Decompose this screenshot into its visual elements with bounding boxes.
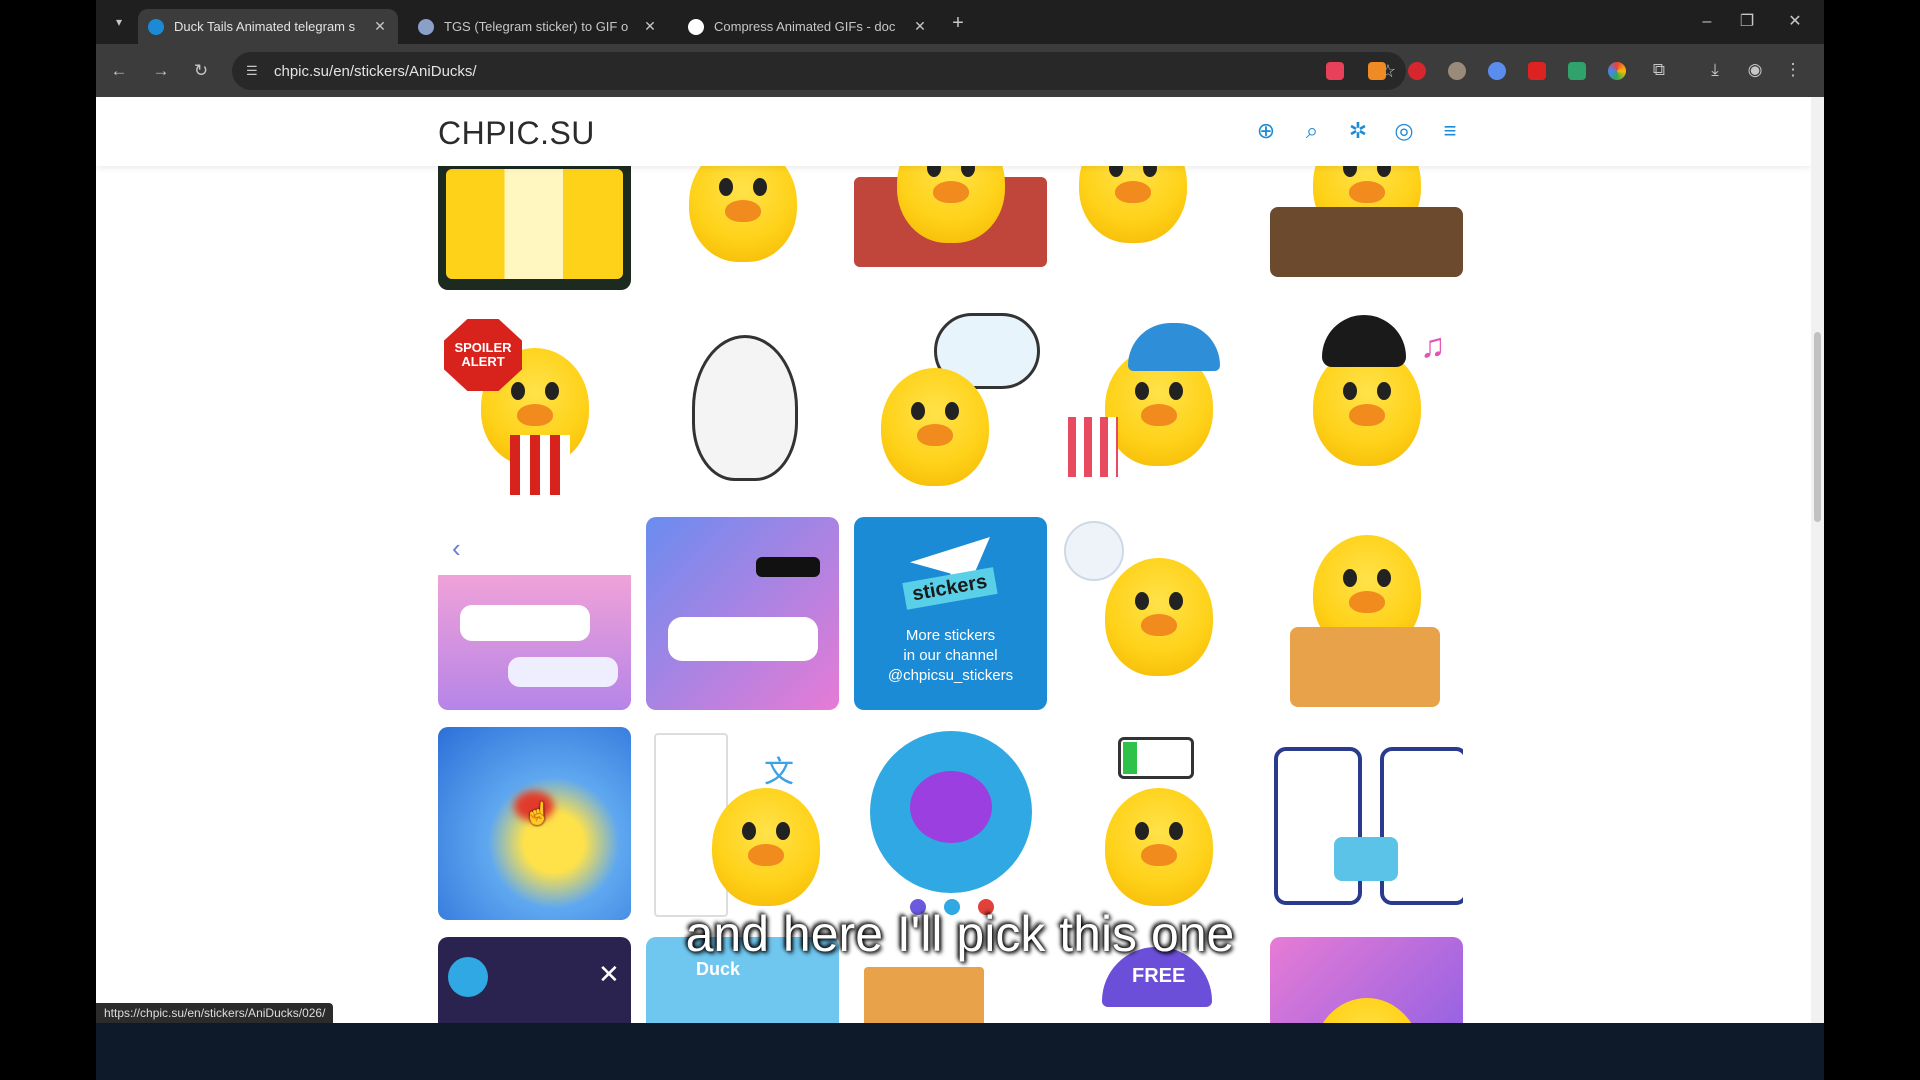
address-bar[interactable]: ☰ chpic.su/en/stickers/AniDucks/ ☆	[232, 52, 1406, 90]
tab-search-icon[interactable]: ▾	[108, 11, 130, 33]
close-tab-icon[interactable]: ✕	[372, 18, 388, 35]
page-scrollbar[interactable]	[1811, 97, 1824, 1023]
tab-title: Duck Tails Animated telegram s	[174, 19, 356, 34]
tab-duck-tails[interactable]: Duck Tails Animated telegram s ✕	[138, 9, 398, 44]
tab-compress-gifs[interactable]: Compress Animated GIFs - doc ✕	[678, 9, 938, 44]
sticker-blurry-duck-selected[interactable]: ☝	[438, 727, 631, 920]
sticker-duck-phone-cloud[interactable]	[854, 307, 1047, 500]
extension-icon[interactable]	[1408, 62, 1426, 80]
tab-strip: ▾ Duck Tails Animated telegram s ✕ TGS (…	[96, 0, 1824, 44]
menu-icon[interactable]: ≡	[1436, 117, 1464, 145]
sticker-duck-low-battery[interactable]	[1062, 727, 1255, 920]
new-tab-icon[interactable]: +	[946, 12, 970, 36]
battery-icon	[1118, 737, 1194, 779]
sticker-chat-ui[interactable]: ‹	[438, 517, 631, 710]
sticker-devil-emoji[interactable]	[854, 727, 1047, 920]
reload-icon[interactable]: ↻	[188, 58, 214, 84]
video-caption: and here I'll pick this one	[685, 906, 1235, 962]
sticker-ducks-phones-link[interactable]	[1270, 727, 1463, 920]
sticker-grid: SPOILER ALERT ♫ ‹ stickers More stickers…	[438, 97, 1488, 1023]
page-content: CHPIC.SU ⊕ ⌕ ✲ ◎ ≡ SPOILER ALERT ♫ ‹ sti…	[96, 97, 1811, 1023]
chpic-favicon-icon	[148, 18, 164, 35]
site-header: CHPIC.SU ⊕ ⌕ ✲ ◎ ≡	[96, 97, 1811, 166]
spoiler-sign-text: SPOILER ALERT	[454, 340, 512, 369]
promo-line-1: More stickers	[905, 627, 996, 644]
free-label-text: FREE	[1132, 965, 1186, 987]
extension-icon[interactable]	[1448, 62, 1466, 80]
browser-window: ▾ Duck Tails Animated telegram s ✕ TGS (…	[96, 0, 1824, 1023]
browser-menu-icon[interactable]: ⋮	[1782, 59, 1804, 81]
bug-icon[interactable]: ✲	[1344, 117, 1372, 145]
close-window-icon[interactable]: ✕	[1780, 10, 1810, 34]
music-note-icon: ♫	[1420, 327, 1446, 365]
add-circle-icon[interactable]: ⊕	[1252, 117, 1280, 145]
promo-handle[interactable]: @chpicsu_stickers	[854, 667, 1047, 684]
site-logo[interactable]: CHPIC.SU	[438, 115, 595, 152]
sticker-duck-singer[interactable]: ♫	[1270, 307, 1463, 500]
hand-cursor-icon: ☝	[524, 801, 552, 826]
extension-icon[interactable]	[1368, 62, 1386, 80]
extension-icon[interactable]	[1488, 62, 1506, 80]
sticker-duck-auction[interactable]	[1270, 517, 1463, 710]
taskbar	[96, 1023, 1824, 1080]
scrollbar-thumb[interactable]	[1814, 332, 1821, 522]
close-tab-icon[interactable]: ✕	[642, 18, 658, 35]
sticker-ghost-duck[interactable]	[646, 307, 839, 500]
sticker-duck-spoiler-alert[interactable]: SPOILER ALERT	[438, 307, 631, 500]
address-text: chpic.su/en/stickers/AniDucks/	[274, 62, 477, 80]
tab-title: TGS (Telegram sticker) to GIF o	[444, 19, 629, 34]
minimize-icon[interactable]: –	[1692, 10, 1722, 34]
close-tab-icon[interactable]: ✕	[912, 18, 928, 35]
browser-toolbar: ← → ↻ ☰ chpic.su/en/stickers/AniDucks/ ☆…	[96, 44, 1824, 97]
chevron-left-icon: ‹	[452, 533, 461, 563]
restore-icon[interactable]: ❐	[1732, 10, 1762, 34]
tab-title: Compress Animated GIFs - doc	[714, 19, 896, 34]
profile-avatar-icon[interactable]: ◉	[1744, 59, 1766, 81]
sticker-duck-shopping[interactable]	[1062, 307, 1255, 500]
translate-icon: 文	[764, 756, 794, 789]
sticker-emoji-chat[interactable]	[646, 517, 839, 710]
status-bar-url: https://chpic.su/en/stickers/AniDucks/02…	[96, 1003, 334, 1023]
back-icon[interactable]: ←	[106, 58, 132, 84]
sticker-promo-channel[interactable]: stickers More stickers in our channel @c…	[854, 517, 1047, 710]
promo-badge: stickers	[902, 567, 998, 610]
site-info-icon[interactable]: ☰	[246, 63, 264, 79]
sticker-duck-toilet-phone[interactable]	[1062, 517, 1255, 710]
sticker-duck-translate[interactable]: 文	[646, 727, 839, 920]
close-icon: ✕	[598, 959, 620, 989]
tab-tgs-to-gif[interactable]: TGS (Telegram sticker) to GIF o ✕	[408, 9, 668, 44]
doc-favicon-icon	[688, 18, 704, 35]
extension-icon[interactable]	[1608, 62, 1626, 80]
promo-line-2: in our channel	[903, 647, 998, 664]
forward-icon[interactable]: →	[148, 58, 174, 84]
link-icon	[1334, 837, 1398, 881]
converter-favicon-icon	[418, 18, 434, 35]
account-icon[interactable]: ◎	[1390, 117, 1418, 145]
extension-icon[interactable]	[1568, 62, 1586, 80]
extensions-puzzle-icon[interactable]: ⧉	[1648, 59, 1670, 81]
pdf-extension-icon[interactable]	[1528, 62, 1546, 80]
download-icon[interactable]: ⤓	[1704, 59, 1726, 81]
extension-icon[interactable]	[1326, 62, 1344, 80]
search-icon[interactable]: ⌕	[1298, 117, 1326, 145]
